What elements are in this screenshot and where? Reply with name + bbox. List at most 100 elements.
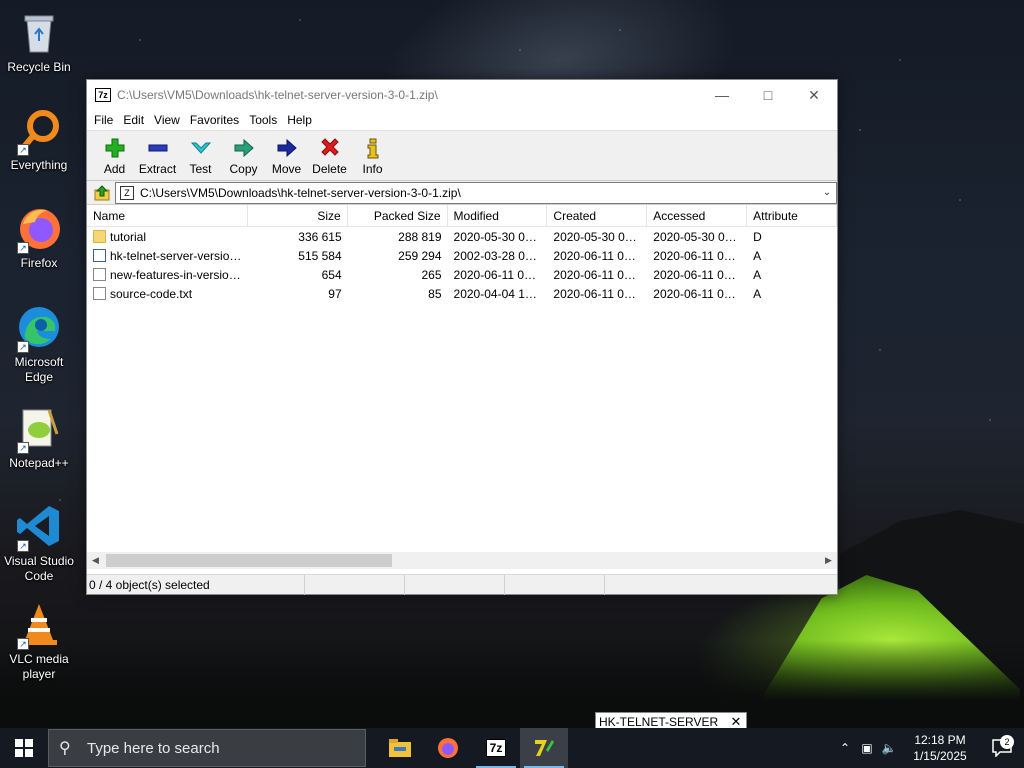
executable-file-icon (93, 249, 106, 262)
system-clock[interactable]: 12:18 PM 1/15/2025 (900, 732, 980, 764)
scroll-right-icon[interactable]: ▶ (820, 555, 837, 566)
desktop-icon-label: Firefox (20, 256, 58, 270)
text-file-icon (93, 268, 106, 281)
recycle-bin-icon (15, 8, 63, 56)
maximize-button[interactable]: □ (745, 80, 791, 110)
system-tray: ⌃ ▣ 🔈 12:18 PM 1/15/2025 2 (834, 728, 1024, 768)
action-center-button[interactable]: 2 (980, 735, 1024, 757)
column-header-accessed[interactable]: Accessed (647, 205, 748, 227)
scrollbar-track[interactable] (104, 552, 820, 569)
7zip-icon: 7z (485, 739, 507, 757)
test-label: Test (189, 162, 212, 176)
file-modified: 2002-03-28 03:51 (453, 248, 548, 263)
taskbar-7zip[interactable]: 7z (472, 728, 520, 768)
column-header-size[interactable]: Size (248, 205, 348, 227)
file-row[interactable]: hk-telnet-server-version... 515 584 259 … (87, 246, 837, 265)
taskbar-firefox[interactable] (424, 728, 472, 768)
desktop-icon-vscode[interactable]: ↗ Visual Studio Code (4, 502, 74, 584)
close-button[interactable]: ✕ (791, 80, 837, 110)
file-list: Name Size Packed Size Modified Created A… (87, 205, 837, 560)
desktop-icon-label: Notepad++ (9, 456, 69, 470)
folder-up-button[interactable] (91, 183, 115, 203)
clock-date: 1/15/2025 (913, 749, 967, 763)
status-selection: 0 / 4 object(s) selected (87, 574, 305, 595)
address-input[interactable]: Z C:\Users\VM5\Downloads\hk-telnet-serve… (115, 181, 837, 204)
info-icon (351, 134, 394, 162)
desktop-icon-label: Recycle Bin (7, 60, 71, 74)
status-panel (405, 574, 505, 595)
test-button[interactable]: Test (179, 134, 222, 176)
column-header-created[interactable]: Created (547, 205, 648, 227)
file-row[interactable]: tutorial 336 615 288 819 2020-05-30 00:5… (87, 227, 837, 246)
file-accessed: 2020-06-11 00:41 (653, 267, 748, 282)
desktop-icon-label: Microsoft Edge (14, 355, 64, 384)
network-icon[interactable]: ▣ (856, 741, 878, 755)
shortcut-arrow-icon: ↗ (17, 144, 29, 156)
taskbar-hk-telnet-server[interactable] (520, 728, 568, 768)
extract-button[interactable]: Extract (136, 134, 179, 176)
desktop-icon-everything[interactable]: ↗ Everything (4, 106, 74, 173)
move-button[interactable]: Move (265, 134, 308, 176)
scroll-left-icon[interactable]: ◀ (87, 555, 104, 566)
column-header-modified[interactable]: Modified (448, 205, 548, 227)
chevron-down-icon[interactable]: ⌄ (818, 187, 836, 198)
column-header-attributes[interactable]: Attribute (747, 205, 837, 227)
taskbar-file-explorer[interactable] (376, 728, 424, 768)
delete-label: Delete (312, 162, 347, 176)
desktop-icon-recycle-bin[interactable]: Recycle Bin (4, 8, 74, 75)
chevron-up-icon[interactable]: ⌃ (834, 741, 856, 755)
shortcut-arrow-icon: ↗ (17, 341, 29, 353)
folder-icon (93, 230, 106, 243)
delete-x-icon (308, 134, 351, 162)
file-row[interactable]: new-features-in-version... 654 265 2020-… (87, 265, 837, 284)
desktop-icon-notepad-plus-plus[interactable]: ↗ Notepad++ (4, 404, 74, 471)
desktop-icon-vlc[interactable]: ↗ VLC media player (4, 600, 74, 682)
clock-time: 12:18 PM (914, 733, 966, 747)
minimize-button[interactable]: — (699, 80, 745, 110)
file-attributes: A (753, 248, 762, 263)
menu-file[interactable]: File (89, 113, 118, 127)
add-label: Add (103, 162, 126, 176)
status-bar: 0 / 4 object(s) selected (87, 574, 837, 595)
horizontal-scrollbar[interactable]: ◀ ▶ (87, 552, 837, 569)
copy-arrow-icon (222, 134, 265, 162)
menu-view[interactable]: View (149, 113, 185, 127)
file-attributes: A (753, 267, 762, 282)
folder-up-icon (94, 184, 110, 200)
toolbar: Add Extract Test Copy Move Delete Info (87, 130, 837, 181)
volume-muted-icon[interactable]: 🔈 (878, 741, 900, 755)
column-header-packed-size[interactable]: Packed Size (348, 205, 448, 227)
file-packed-size: 259 294 (398, 248, 442, 263)
file-list-header: Name Size Packed Size Modified Created A… (87, 205, 837, 227)
menu-favorites[interactable]: Favorites (185, 113, 244, 127)
shortcut-arrow-icon: ↗ (17, 638, 29, 650)
file-explorer-icon (389, 739, 411, 757)
taskbar-search-input[interactable]: ⚲ Type here to search (48, 729, 366, 767)
tooltip-text: HK-TELNET-SERVER (599, 715, 719, 729)
desktop-icon-microsoft-edge[interactable]: ↗ Microsoft Edge (4, 303, 74, 385)
info-button[interactable]: Info (351, 134, 394, 176)
desktop-icon-firefox[interactable]: ↗ Firefox (4, 204, 74, 271)
add-button[interactable]: Add (93, 134, 136, 176)
file-row[interactable]: source-code.txt 97 85 2020-04-04 10:48 2… (87, 284, 837, 303)
plus-icon (93, 134, 136, 162)
7zip-file-manager-window: 7z C:\Users\VM5\Downloads\hk-telnet-serv… (86, 79, 838, 595)
notification-count-badge: 2 (1000, 735, 1014, 749)
start-button[interactable] (0, 728, 48, 768)
menu-help[interactable]: Help (282, 113, 317, 127)
menu-edit[interactable]: Edit (118, 113, 149, 127)
copy-label: Copy (229, 162, 258, 176)
delete-button[interactable]: Delete (308, 134, 351, 176)
menu-bar: File Edit View Favorites Tools Help (87, 110, 837, 130)
window-titlebar[interactable]: 7z C:\Users\VM5\Downloads\hk-telnet-serv… (87, 80, 837, 110)
column-header-name[interactable]: Name (87, 205, 248, 227)
copy-button[interactable]: Copy (222, 134, 265, 176)
file-name: new-features-in-version... (110, 267, 242, 282)
notepad-plus-plus-icon: ↗ (15, 404, 63, 454)
menu-tools[interactable]: Tools (244, 113, 282, 127)
status-panel (305, 574, 405, 595)
file-accessed: 2020-06-11 00:41 (653, 286, 748, 301)
scrollbar-thumb[interactable] (106, 554, 392, 567)
file-size: 654 (321, 267, 342, 282)
desktop-icon-label: Everything (10, 158, 68, 172)
